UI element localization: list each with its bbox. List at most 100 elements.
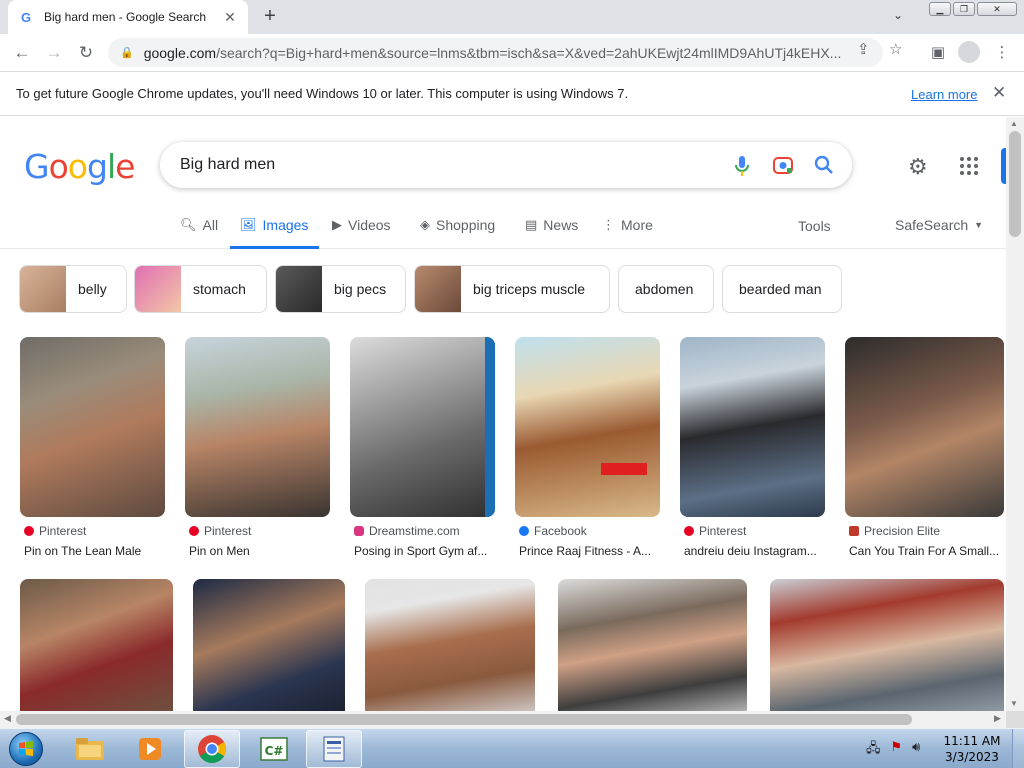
image-result-thumbnail[interactable] [185,337,330,517]
profile-avatar-icon[interactable] [958,41,980,63]
result-title[interactable]: Can You Train For A Small... [849,544,1004,558]
image-result-thumbnail[interactable] [680,337,825,517]
result-source[interactable]: Precision Elite [849,524,940,538]
tab-all[interactable]: 🔍︎ All [180,217,218,233]
tab-shopping[interactable]: ◈ Shopping [420,217,495,233]
forward-arrow-icon[interactable]: → [42,41,66,65]
logo-letter: e [115,147,135,186]
kebab-menu-icon[interactable]: ⋮ [992,43,1012,63]
result-source[interactable]: Pinterest [24,524,86,538]
image-result-thumbnail[interactable] [558,579,747,711]
pinterest-icon [24,526,34,536]
related-chip-abdomen[interactable]: abdomen [618,265,714,313]
address-bar[interactable]: 🔒 google.com/search?q=Big+hard+men&sourc… [108,38,883,67]
share-icon[interactable]: ⇪ [857,40,870,58]
safesearch-button[interactable]: SafeSearch ▼ [895,217,983,233]
dreamstime-icon [354,526,364,536]
browser-toolbar: ← → ↻ 🔒 google.com/search?q=Big+hard+men… [0,34,1024,71]
image-result-thumbnail[interactable] [845,337,1004,517]
tab-images[interactable]: 🖼︎ Images [240,217,308,233]
show-desktop-button[interactable] [1012,729,1024,768]
tab-more[interactable]: ⋮ More [602,217,653,233]
taskbar-media-player[interactable] [122,730,178,768]
scroll-down-arrow-icon[interactable]: ▼ [1010,699,1018,708]
search-box[interactable]: Big hard men [160,142,852,188]
result-source[interactable]: Facebook [519,524,587,538]
result-title[interactable]: andreiu deiu Instagram... [684,544,834,558]
lock-icon: 🔒 [120,47,134,59]
settings-gear-icon[interactable]: ⚙ [908,154,928,180]
scroll-up-arrow-icon[interactable]: ▲ [1010,119,1018,128]
taskbar-chrome[interactable] [184,730,240,768]
tab-videos[interactable]: ▶︎ Videos [332,217,391,233]
news-icon: ▤ [525,217,538,232]
tab-strip: G Big hard men - Google Search ✕ + ⌄ ▁ ❐… [0,0,1024,34]
taskbar-clock[interactable]: 11:11 AM 3/3/2023 [940,733,1004,765]
back-arrow-icon[interactable]: ← [10,41,34,65]
chip-thumbnail [415,266,461,312]
related-chip-bearded-man[interactable]: bearded man [722,265,842,313]
source-name: Pinterest [699,524,747,538]
chip-label: abdomen [635,281,694,297]
result-title[interactable]: Pin on Men [189,544,339,558]
image-result-thumbnail[interactable] [770,579,1004,711]
google-lens-icon[interactable] [772,155,794,175]
tab-label: All [202,217,219,233]
image-result-thumbnail[interactable] [350,337,495,517]
image-result-thumbnail[interactable] [193,579,345,711]
close-window-button[interactable]: ✕ [977,2,1017,16]
maximize-button[interactable]: ❐ [953,2,975,16]
scroll-right-arrow-icon[interactable]: ▶ [994,713,1001,724]
search-icon[interactable] [814,155,834,175]
close-infobar-icon[interactable]: ✕ [992,83,1006,103]
tab-search-chevron-icon[interactable]: ⌄ [893,8,903,22]
url-text[interactable]: google.com/search?q=Big+hard+men&source=… [144,45,883,61]
minimize-button[interactable]: ▁ [929,2,951,16]
result-title[interactable]: Prince Raaj Fitness - A... [519,544,669,558]
vertical-scroll-thumb[interactable] [1009,131,1021,237]
learn-more-link[interactable]: Learn more [911,87,977,102]
network-icon[interactable]: 🖧 [866,739,881,761]
image-result-thumbnail[interactable] [365,579,535,711]
taskbar-file-explorer[interactable] [62,730,118,768]
new-tab-button[interactable]: + [258,5,282,29]
related-chip-big-pecs[interactable]: big pecs [275,265,406,313]
result-source[interactable]: Pinterest [189,524,251,538]
play-icon: ▶︎ [332,217,342,232]
close-tab-icon[interactable]: ✕ [222,9,238,26]
related-chip-stomach[interactable]: stomach [134,265,267,313]
reload-icon[interactable]: ↻ [74,41,98,65]
scroll-left-arrow-icon[interactable]: ◀ [4,713,11,724]
horizontal-scroll-thumb[interactable] [16,714,912,725]
vertical-scrollbar[interactable]: ▲ ▼ [1006,117,1024,711]
image-result-thumbnail[interactable] [20,579,173,711]
update-infobar: To get future Google Chrome updates, you… [0,71,1024,116]
result-title[interactable]: Pin on The Lean Male [24,544,174,558]
result-title[interactable]: Posing in Sport Gym af... [354,544,504,558]
horizontal-scrollbar[interactable]: ◀ ▶ [0,711,1006,728]
volume-icon[interactable]: 🔊︎ [912,739,920,761]
side-panel-icon[interactable]: ▣ [928,43,948,63]
result-source[interactable]: Dreamstime.com [354,524,460,538]
tab-title: Big hard men - Google Search [44,10,207,24]
action-center-flag-icon[interactable]: ⚑ [891,739,903,761]
related-chip-belly[interactable]: belly [19,265,127,313]
logo-letter: o [48,147,69,186]
microphone-icon[interactable] [732,155,752,177]
chip-thumbnail [276,266,322,312]
tab-label: Shopping [436,217,496,233]
image-result-thumbnail[interactable] [515,337,660,517]
taskbar-document-app[interactable] [306,730,362,768]
browser-tab[interactable]: G Big hard men - Google Search ✕ [8,0,248,34]
google-logo[interactable]: Google [24,147,135,186]
result-source[interactable]: Pinterest [684,524,746,538]
taskbar-csharp-editor[interactable]: C# [246,730,302,768]
image-result-thumbnail[interactable] [20,337,165,517]
bookmark-star-icon[interactable]: ☆ [889,40,902,58]
google-apps-icon[interactable] [960,157,978,175]
related-chip-big-triceps-muscle[interactable]: big triceps muscle [414,265,610,313]
start-button[interactable] [4,730,48,768]
tab-news[interactable]: ▤ News [525,217,578,233]
search-icon: 🔍︎ [180,217,197,232]
tools-button[interactable]: Tools [798,218,831,234]
